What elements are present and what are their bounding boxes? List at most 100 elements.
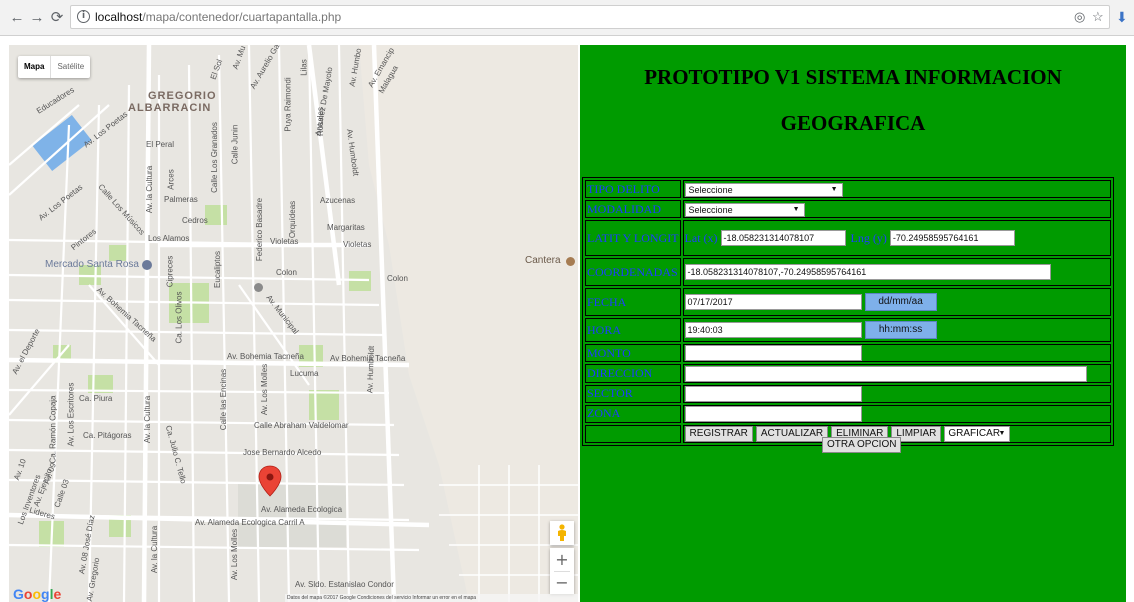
map-view[interactable]: Mapa Satélite GREGORIO ALBARRACIN El Per… xyxy=(9,45,578,602)
map-type-map[interactable]: Mapa xyxy=(18,56,50,78)
otra-opcion-button[interactable]: OTRA OPCION xyxy=(822,437,902,453)
bookmark-star-icon[interactable]: ☆ xyxy=(1092,9,1104,25)
map-label: Palmeras xyxy=(164,195,198,204)
street-view-pegman-icon[interactable] xyxy=(550,521,574,545)
zoom-in-button[interactable]: + xyxy=(550,548,574,571)
map-label: Ca. Pitágoras xyxy=(83,431,132,440)
dropdown-arrow-icon: ▼ xyxy=(998,430,1006,438)
lat-label: Lat (x) xyxy=(684,230,718,245)
map-label: Margaritas xyxy=(327,223,365,232)
map-label: Av. la Cultura xyxy=(143,395,153,444)
map-label: Los Alamos xyxy=(148,234,190,243)
actualizar-button[interactable]: ACTUALIZAR xyxy=(755,426,829,443)
graficar-value: GRAFICAR xyxy=(948,428,1001,440)
map-label-cantera[interactable]: Cantera xyxy=(525,255,561,266)
map-label: Av. Los Molles xyxy=(260,363,270,416)
label-hora: HORA xyxy=(585,318,681,342)
map-label: Calle Los Granados xyxy=(209,122,219,193)
map-label: Av. Bohemia Tacneña xyxy=(227,352,304,361)
url-text[interactable]: localhost/mapa/contenedor/cuartapantalla… xyxy=(95,10,341,24)
forward-arrow-icon[interactable]: → xyxy=(28,9,46,27)
zoom-divider xyxy=(554,571,570,572)
map-label: Lilas xyxy=(299,59,309,76)
reload-icon[interactable]: ⟳ xyxy=(48,9,66,27)
url-host: localhost xyxy=(95,10,143,24)
map-label: ALBARRACIN xyxy=(128,102,212,114)
registrar-button[interactable]: REGISTRAR xyxy=(684,426,753,443)
map-label: Azucenas xyxy=(320,196,356,205)
cell-coordenadas: -18.058231314078107,-70.24958595764161 xyxy=(682,258,1111,286)
cell-hora: 19:40:03 hh:mm:ss xyxy=(682,318,1111,342)
page-title-line2: GEOGRAFICA xyxy=(780,111,926,135)
fecha-input[interactable]: 07/17/2017 xyxy=(684,294,862,310)
cell-zona xyxy=(682,404,1111,423)
map-label: Av. Humboldt xyxy=(365,345,376,394)
lat-input[interactable]: -18.058231314078107 xyxy=(720,230,846,247)
download-extension-icon[interactable]: ⬇ xyxy=(1116,9,1128,26)
map-label: Av. Los Molles xyxy=(230,528,240,581)
label-coordenadas: COORDENADAS xyxy=(585,258,681,286)
incident-form-table: TIPO DELITO Seleccione ▼ MODALIDAD Selecc… xyxy=(582,177,1114,447)
modalidad-select[interactable]: Seleccione ▼ xyxy=(684,202,805,217)
map-label: Calle Junin xyxy=(230,124,240,165)
modalidad-value: Seleccione xyxy=(688,204,733,215)
map-label: Calle las Encinas xyxy=(219,368,229,431)
direccion-input[interactable] xyxy=(684,365,1087,382)
map-label: Eucaliptos xyxy=(212,251,222,288)
zoom-out-button[interactable]: − xyxy=(550,571,574,594)
cell-modalidad: Seleccione ▼ xyxy=(682,200,1111,218)
zona-input[interactable] xyxy=(684,406,862,422)
map-label: Jose Bernardo Alcedo xyxy=(243,448,322,457)
fecha-format-button[interactable]: dd/mm/aa xyxy=(864,293,937,311)
label-sector: SECTOR xyxy=(585,384,681,403)
place-icon[interactable] xyxy=(254,283,263,292)
location-icon[interactable]: ◎ xyxy=(1074,9,1085,25)
url-path: /mapa/contenedor/cuartapantalla.php xyxy=(142,10,342,24)
hora-input[interactable]: 19:40:03 xyxy=(684,322,862,338)
label-direccion: DIRECCION xyxy=(585,364,681,383)
tipo-delito-select[interactable]: Seleccione ▼ xyxy=(684,182,843,197)
label-tipo-delito: TIPO DELITO xyxy=(585,180,681,198)
map-label: Federico Basadre xyxy=(255,197,265,262)
dropdown-arrow-icon: ▼ xyxy=(830,185,838,193)
form-panel: PROTOTIPO V1 SISTEMA INFORMACION GEOGRAF… xyxy=(580,45,1126,602)
map-label: El Peral xyxy=(146,140,175,149)
map-label: Av. Alameda Ecologica Carril A xyxy=(195,518,305,527)
address-bar[interactable]: i localhost/mapa/contenedor/cuartapantal… xyxy=(70,5,1110,29)
browser-toolbar: ← → ⟳ i localhost/mapa/contenedor/cuarta… xyxy=(0,0,1134,36)
hora-format-button[interactable]: hh:mm:ss xyxy=(864,321,937,339)
label-monto: MONTO xyxy=(585,344,681,363)
map-type-satellite[interactable]: Satélite xyxy=(50,56,90,78)
info-icon[interactable]: i xyxy=(77,10,90,23)
market-icon[interactable] xyxy=(142,260,152,270)
map-label: Av. Sldo. Estanislao Condor xyxy=(295,580,394,589)
tipo-delito-value: Seleccione xyxy=(688,184,733,195)
monto-input[interactable] xyxy=(684,345,862,362)
map-label: Puya Raimondi xyxy=(283,77,293,132)
place-icon[interactable] xyxy=(566,257,575,266)
coordenadas-input[interactable]: -18.058231314078107,-70.24958595764161 xyxy=(684,264,1051,281)
graficar-select[interactable]: GRAFICAR ▼ xyxy=(944,426,1011,443)
map-label: Ca. Ramón Copaja xyxy=(48,395,58,464)
label-fecha: FECHA xyxy=(585,288,681,316)
google-logo[interactable]: Google xyxy=(13,586,61,602)
cell-direccion xyxy=(682,364,1111,383)
map-label-mercado[interactable]: Mercado Santa Rosa xyxy=(45,259,139,270)
page-title-line1: PROTOTIPO V1 SISTEMA INFORMACION xyxy=(644,65,1062,89)
cell-monto xyxy=(682,344,1111,363)
map-attribution[interactable]: Datos del mapa ©2017 Google Condiciones … xyxy=(285,594,578,602)
map-label: Calle Abraham Valdelomar xyxy=(254,421,349,430)
back-arrow-icon[interactable]: ← xyxy=(8,9,26,27)
map-label: Av. la Cultura xyxy=(145,165,155,214)
sector-input[interactable] xyxy=(684,385,862,402)
map-type-control: Mapa Satélite xyxy=(18,56,91,78)
map-label: Colon xyxy=(387,274,408,283)
dropdown-arrow-icon: ▼ xyxy=(792,205,800,213)
map-label: Arces xyxy=(166,169,176,190)
cell-sector xyxy=(682,384,1111,403)
action-label-cell xyxy=(585,425,681,444)
lng-label: Lng (y) xyxy=(850,230,887,245)
map-label: Lucuma xyxy=(290,369,319,378)
map-label: Violetas xyxy=(343,240,372,249)
lng-input[interactable]: -70.24958595764161 xyxy=(889,230,1015,247)
